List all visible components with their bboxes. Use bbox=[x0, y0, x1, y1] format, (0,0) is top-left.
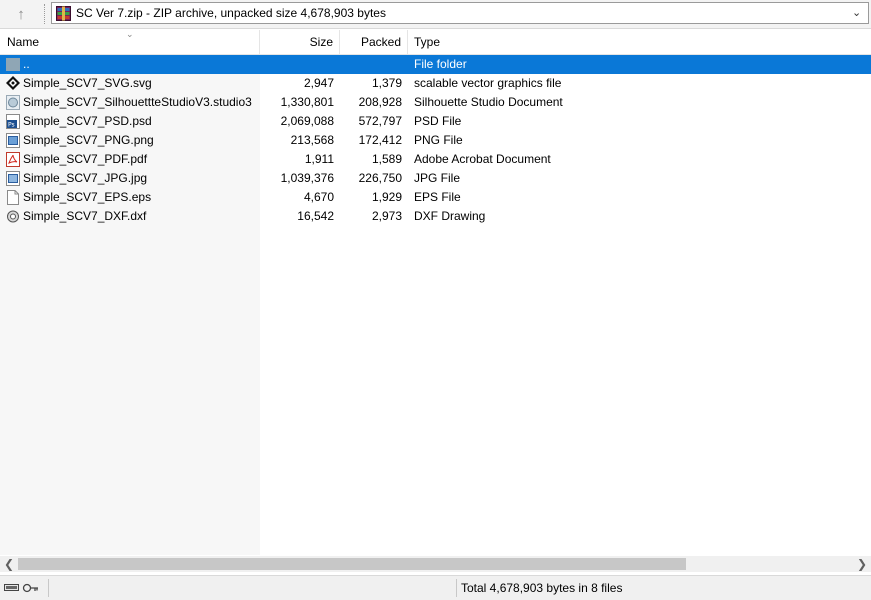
file-packed: 226,750 bbox=[358, 171, 402, 185]
svg-file-icon bbox=[6, 76, 20, 90]
scrollbar-thumb[interactable] bbox=[18, 558, 686, 570]
column-header-name[interactable]: ⌄ Name bbox=[0, 29, 260, 54]
winrar-archive-icon bbox=[56, 6, 71, 21]
file-size: 4,670 bbox=[303, 190, 334, 204]
list-item[interactable]: Simple_SCV7_DXF.dxf 16,542 2,973 DXF Dra… bbox=[0, 207, 871, 226]
file-packed: 1,589 bbox=[371, 152, 402, 166]
list-item[interactable]: Simple_SCV7_JPG.jpg 1,039,376 226,750 JP… bbox=[0, 169, 871, 188]
column-header-type[interactable]: Type bbox=[408, 30, 871, 54]
parent-folder-icon bbox=[6, 58, 20, 71]
pdf-file-icon bbox=[6, 152, 20, 167]
status-divider bbox=[48, 579, 49, 597]
silhouette-studio-file-icon bbox=[6, 95, 20, 110]
file-name: .. bbox=[23, 57, 30, 71]
file-size bbox=[260, 55, 334, 74]
dxf-file-icon bbox=[7, 210, 19, 223]
file-packed: 2,973 bbox=[371, 209, 402, 223]
horizontal-scrollbar[interactable]: ❮ ❯ bbox=[0, 556, 871, 572]
column-header-size[interactable]: Size bbox=[260, 30, 340, 54]
svg-text:Ps: Ps bbox=[8, 122, 15, 129]
list-item[interactable]: Simple_SCV7_SilhouettteStudioV3.studio3 … bbox=[0, 93, 871, 112]
file-name: Simple_SCV7_EPS.eps bbox=[23, 190, 152, 204]
file-name: Simple_SCV7_PSD.psd bbox=[23, 114, 152, 128]
file-type: Silhouette Studio Document bbox=[414, 95, 563, 109]
column-header: ⌄ Name Size Packed Type bbox=[0, 29, 871, 55]
file-size: 1,330,801 bbox=[280, 95, 334, 109]
file-type: DXF Drawing bbox=[414, 209, 486, 223]
file-size: 1,911 bbox=[304, 152, 334, 166]
list-item[interactable]: Ps Simple_SCV7_PSD.psd 2,069,088 572,797… bbox=[0, 112, 871, 131]
list-item[interactable]: Simple_SCV7_PNG.png 213,568 172,412 PNG … bbox=[0, 131, 871, 150]
file-type: PNG File bbox=[414, 133, 463, 147]
chevron-down-icon[interactable]: ⌄ bbox=[852, 6, 864, 20]
file-size: 1,039,376 bbox=[280, 171, 334, 185]
file-packed bbox=[340, 55, 402, 74]
sort-indicator-icon: ⌄ bbox=[126, 29, 134, 39]
file-size: 16,542 bbox=[297, 209, 334, 223]
file-type: File folder bbox=[414, 57, 467, 71]
file-packed: 1,379 bbox=[371, 76, 402, 90]
jpg-file-icon bbox=[6, 171, 20, 186]
file-packed: 208,928 bbox=[358, 95, 402, 109]
file-name: Simple_SCV7_PNG.png bbox=[23, 133, 154, 147]
file-name: Simple_SCV7_SilhouettteStudioV3.studio3 bbox=[23, 95, 252, 109]
up-arrow-icon: ↑ bbox=[17, 5, 25, 23]
file-type: Adobe Acrobat Document bbox=[414, 152, 551, 166]
png-file-icon bbox=[6, 133, 20, 148]
status-divider bbox=[456, 579, 457, 597]
column-header-packed[interactable]: Packed bbox=[340, 30, 408, 54]
status-total-text: Total 4,678,903 bytes in 8 files bbox=[461, 581, 623, 595]
list-item[interactable]: Simple_SCV7_SVG.svg 2,947 1,379 scalable… bbox=[0, 74, 871, 93]
file-size: 2,947 bbox=[303, 76, 334, 90]
address-combobox[interactable]: SC Ver 7.zip - ZIP archive, unpacked siz… bbox=[51, 2, 869, 24]
file-size: 2,069,088 bbox=[280, 114, 334, 128]
file-type: EPS File bbox=[414, 190, 461, 204]
file-packed: 1,929 bbox=[371, 190, 402, 204]
file-name: Simple_SCV7_SVG.svg bbox=[23, 76, 152, 90]
file-type: JPG File bbox=[414, 171, 461, 185]
scroll-left-icon[interactable]: ❮ bbox=[2, 556, 16, 572]
archive-path-text: SC Ver 7.zip - ZIP archive, unpacked siz… bbox=[76, 6, 386, 20]
list-item[interactable]: Simple_SCV7_PDF.pdf 1,911 1,589 Adobe Ac… bbox=[0, 150, 871, 169]
file-name: Simple_SCV7_PDF.pdf bbox=[23, 152, 148, 166]
toolbar-separator bbox=[44, 4, 46, 24]
eps-file-icon bbox=[7, 190, 19, 205]
status-bar: Total 4,678,903 bytes in 8 files bbox=[0, 575, 871, 600]
scroll-right-icon[interactable]: ❯ bbox=[855, 556, 869, 572]
file-name: Simple_SCV7_JPG.jpg bbox=[23, 171, 148, 185]
file-size: 213,568 bbox=[290, 133, 334, 147]
file-list[interactable]: .. File folder Simple_SCV7_SVG.svg 2,947… bbox=[0, 55, 871, 555]
list-item[interactable]: Simple_SCV7_EPS.eps 4,670 1,929 EPS File bbox=[0, 188, 871, 207]
list-item[interactable]: .. File folder bbox=[0, 55, 871, 74]
column-header-name-label: Name bbox=[7, 35, 40, 49]
up-one-level-button[interactable]: ↑ bbox=[6, 3, 36, 25]
file-packed: 572,797 bbox=[358, 114, 402, 128]
file-type: PSD File bbox=[414, 114, 462, 128]
file-packed: 172,412 bbox=[358, 133, 402, 147]
file-name: Simple_SCV7_DXF.dxf bbox=[23, 209, 147, 223]
psd-file-icon: Ps bbox=[6, 114, 20, 129]
drive-key-icon bbox=[4, 583, 38, 593]
file-type: scalable vector graphics file bbox=[414, 76, 562, 90]
